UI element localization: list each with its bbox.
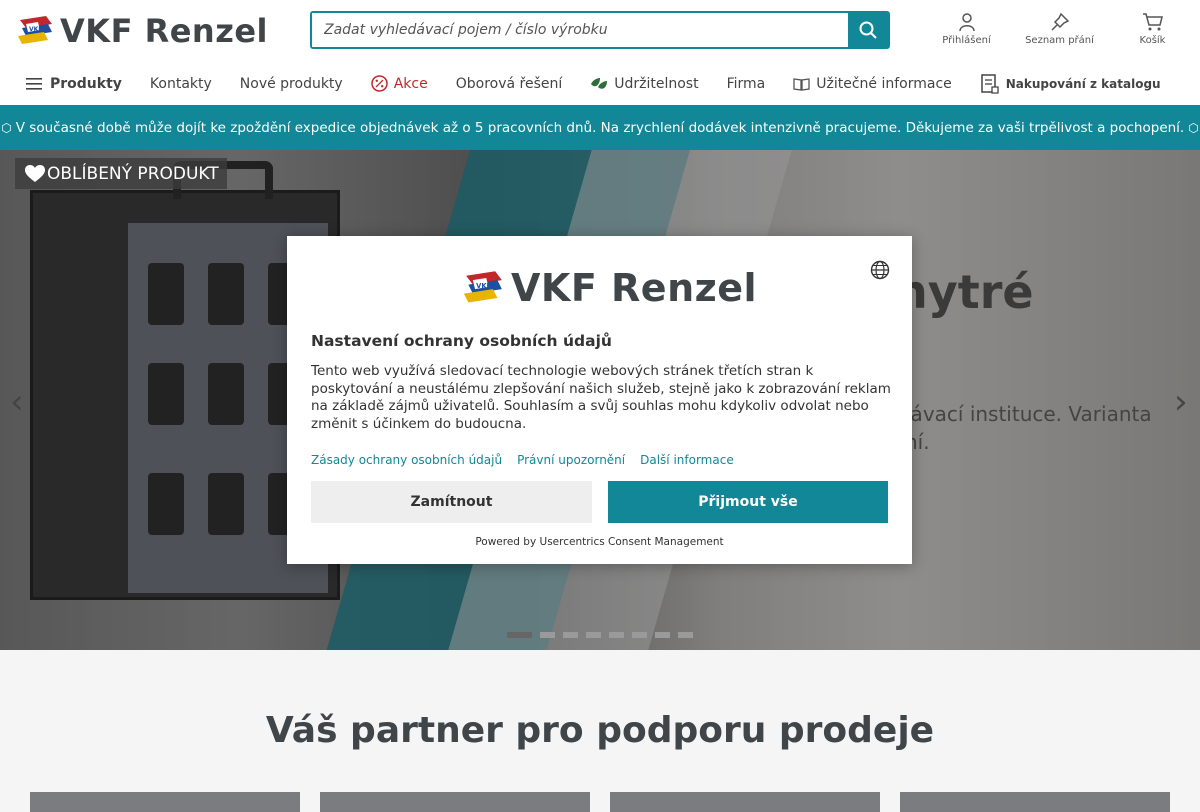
partner-cards — [30, 792, 1190, 812]
cart-label: Košík — [1139, 35, 1166, 46]
consent-logo: VKF VKF Renzel — [461, 266, 757, 310]
svg-text:VKF: VKF — [29, 26, 42, 33]
language-button[interactable] — [870, 260, 890, 284]
hero-title: hytré — [895, 265, 1034, 319]
consent-links: Zásady ochrany osobních údajů Právní upo… — [311, 453, 749, 467]
partner-card[interactable] — [30, 792, 300, 812]
cart-icon — [1142, 13, 1163, 31]
wishlist-label: Seznam přání — [1025, 35, 1094, 46]
consent-title: Nastavení ochrany osobních údajů — [311, 332, 612, 350]
slider-dot[interactable] — [632, 632, 647, 638]
book-icon — [793, 77, 810, 91]
slider-next-button[interactable]: › — [1174, 382, 1188, 422]
main-nav: Produkty Kontakty Nové produkty Akce Obo… — [0, 62, 1200, 105]
nav-item-udrzitelnost[interactable]: Udržitelnost — [590, 75, 699, 92]
percent-icon — [370, 75, 388, 92]
nav-label: Nové produkty — [239, 75, 343, 92]
nav-label: Produkty — [50, 75, 122, 92]
login-button[interactable]: Přihlášení — [920, 12, 1013, 46]
menu-icon — [26, 77, 42, 90]
nav-label: Firma — [726, 75, 766, 92]
search-button[interactable] — [848, 13, 888, 47]
slider-dot[interactable] — [507, 632, 532, 638]
slider-dot[interactable] — [655, 632, 670, 638]
hero-text-line: lávací instituce. Varianta — [905, 402, 1152, 426]
logo-text: VKF Renzel — [511, 266, 758, 310]
pin-icon — [1050, 12, 1069, 31]
privacy-policy-link[interactable]: Zásady ochrany osobních údajů — [311, 453, 502, 467]
box-icon: ⬡ — [1188, 120, 1199, 135]
nav-label: Akce — [393, 75, 428, 92]
nav-item-uzitecne-informace[interactable]: Užitečné informace — [793, 76, 952, 92]
badge-label: OBLÍBENÝ PRODUKT — [47, 163, 219, 184]
nav-item-firma[interactable]: Firma — [727, 76, 766, 92]
wishlist-button[interactable]: Seznam přání — [1013, 12, 1106, 46]
favorite-badge: OBLÍBENÝ PRODUKT — [15, 158, 227, 189]
section-title: Váš partner pro podporu prodeje — [265, 710, 935, 751]
partner-card[interactable] — [320, 792, 590, 812]
accept-all-button[interactable]: Přijmout vše — [608, 481, 888, 523]
nav-label: Oborová řešení — [455, 75, 563, 92]
search-input[interactable] — [312, 13, 848, 47]
legal-notice-link[interactable]: Právní upozornění — [517, 453, 625, 467]
leaf-icon — [591, 77, 608, 89]
consent-body: Tento web využívá sledovací technologie … — [311, 363, 891, 432]
login-label: Přihlášení — [942, 35, 991, 46]
nav-item-nove-produkty[interactable]: Nové produkty — [240, 76, 343, 92]
nav-item-nakupovani-z-katalogu[interactable]: Nakupování z katalogu — [980, 73, 1161, 94]
site-logo[interactable]: VKF VKF Renzel — [16, 12, 268, 50]
powered-by: Powered by Usercentrics Consent Manageme… — [475, 536, 724, 548]
more-info-link[interactable]: Další informace — [640, 453, 734, 467]
logo-text: VKF Renzel — [60, 12, 268, 50]
header-icons: Přihlášení Seznam přání Košík — [920, 12, 1199, 46]
logo-flag-icon: VKF — [463, 271, 502, 303]
nav-label: Nakupování z katalogu — [1005, 76, 1161, 91]
search-icon — [859, 21, 877, 39]
nav-label: Užitečné informace — [816, 75, 952, 92]
catalog-icon — [981, 73, 999, 94]
nav-item-akce[interactable]: Akce — [370, 75, 428, 92]
user-icon — [958, 13, 975, 32]
slider-dot[interactable] — [540, 632, 555, 638]
nav-item-produkty[interactable]: Produkty — [26, 76, 122, 92]
box-icon: ⬡ — [1, 120, 12, 135]
globe-icon — [870, 260, 890, 280]
partner-card[interactable] — [610, 792, 880, 812]
notice-text: V současné době může dojít ke zpoždění e… — [15, 119, 1185, 136]
nav-item-kontakty[interactable]: Kontakty — [150, 76, 212, 92]
deny-button[interactable]: Zamítnout — [311, 481, 592, 523]
slider-dot[interactable] — [586, 632, 601, 638]
consent-dialog: VKF VKF Renzel Nastavení ochrany osobníc… — [287, 236, 912, 564]
svg-text:VKF: VKF — [476, 282, 491, 290]
hero-text-line: ní. — [905, 430, 930, 454]
slider-dot[interactable] — [609, 632, 624, 638]
hero-text: lávací instituce. Varianta ní. — [905, 400, 1185, 456]
slider-dot[interactable] — [563, 632, 578, 638]
partner-card[interactable] — [900, 792, 1170, 812]
slider-prev-button[interactable]: ‹ — [10, 382, 24, 422]
heart-icon — [25, 164, 45, 182]
nav-label: Udržitelnost — [614, 75, 699, 92]
nav-item-oborova-reseni[interactable]: Oborová řešení — [456, 76, 563, 92]
site-header: VKF VKF Renzel Přihlášení Seznam přání K… — [0, 0, 1200, 105]
logo-flag-icon: VKF — [16, 14, 56, 48]
search-bar — [310, 11, 890, 49]
nav-label: Kontakty — [149, 75, 212, 92]
slider-dot[interactable] — [678, 632, 693, 638]
notice-bar: ⬡ V současné době může dojít ke zpoždění… — [0, 105, 1200, 150]
cart-button[interactable]: Košík — [1106, 12, 1199, 46]
slider-dots — [507, 632, 701, 638]
